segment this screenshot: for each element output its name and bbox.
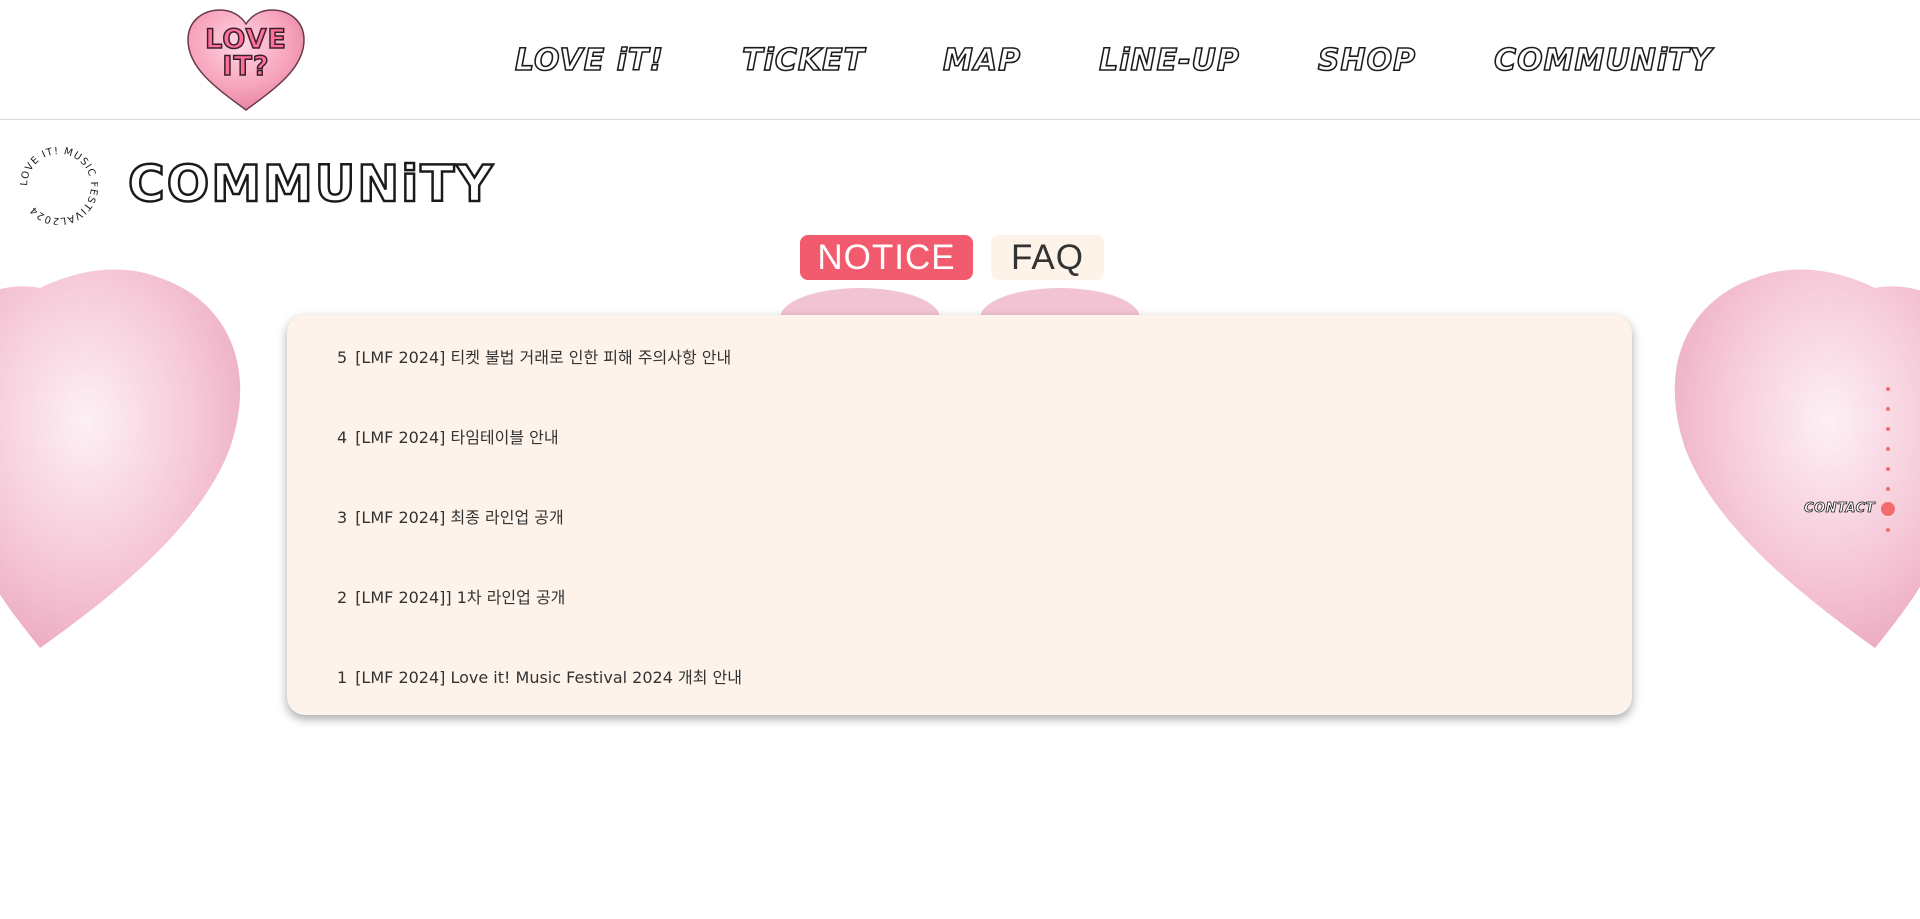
section-dot[interactable]	[1886, 487, 1890, 491]
logo-text: LOVE IT?	[204, 24, 287, 82]
community-tabs: NOTICE FAQ	[800, 235, 1104, 280]
logo[interactable]: LOVE IT?	[186, 8, 306, 112]
nav-item-love-it[interactable]: LOVE iT!	[514, 42, 664, 79]
nav-item-shop[interactable]: SHOP	[1317, 42, 1416, 79]
notice-number: 4	[337, 428, 348, 447]
heart-decoration-left	[0, 269, 241, 648]
notice-number: 2	[337, 588, 348, 607]
section-dot[interactable]	[1886, 528, 1890, 532]
site-header: LOVE IT? LOVE iT! TiCKET MAP LiNE-UP SHO…	[0, 0, 1920, 120]
side-section-nav: CONTACT	[1800, 380, 1920, 540]
notice-number: 1	[337, 668, 348, 687]
notice-title: [LMF 2024] Love it! Music Festival 2024 …	[355, 668, 742, 687]
notice-item[interactable]: 4 [LMF 2024] 타임테이블 안내	[337, 424, 559, 448]
festival-circle-badge: LOVE IT! MUSIC FESTIVAL2024	[20, 147, 98, 225]
page-title: COMMUNiTY	[127, 154, 495, 215]
section-dot[interactable]	[1886, 467, 1890, 471]
notice-item[interactable]: 1 [LMF 2024] Love it! Music Festival 2024…	[337, 664, 742, 688]
notice-panel: 5 [LMF 2024] 티켓 불법 거래로 인한 피해 주의사항 안내 4 [LM…	[287, 315, 1632, 715]
heart-decoration-center	[780, 288, 1140, 318]
section-dot-active[interactable]	[1881, 502, 1895, 516]
notice-title: [LMF 2024] 최종 라인업 공개	[355, 508, 564, 527]
section-dot[interactable]	[1886, 427, 1890, 431]
main-nav: LOVE iT! TiCKET MAP LiNE-UP SHOP COMMUNi…	[514, 38, 1712, 82]
notice-number: 5	[337, 348, 348, 367]
nav-item-line-up[interactable]: LiNE-UP	[1098, 42, 1240, 79]
tab-notice[interactable]: NOTICE	[800, 235, 973, 280]
tab-faq[interactable]: FAQ	[991, 235, 1104, 280]
notice-item[interactable]: 2 [LMF 2024]] 1차 라인업 공개	[337, 584, 565, 608]
page: LOVE IT? LOVE iT! TiCKET MAP LiNE-UP SHO…	[0, 0, 1920, 919]
nav-item-map[interactable]: MAP	[942, 42, 1021, 79]
side-nav-active-label: CONTACT	[1804, 501, 1875, 517]
section-dot[interactable]	[1886, 447, 1890, 451]
notice-title: [LMF 2024] 티켓 불법 거래로 인한 피해 주의사항 안내	[355, 348, 732, 367]
nav-item-community[interactable]: COMMUNiTY	[1493, 42, 1712, 79]
notice-number: 3	[337, 508, 348, 527]
section-dot[interactable]	[1886, 387, 1890, 391]
notice-item[interactable]: 5 [LMF 2024] 티켓 불법 거래로 인한 피해 주의사항 안내	[337, 344, 731, 368]
notice-item[interactable]: 3 [LMF 2024] 최종 라인업 공개	[337, 504, 564, 528]
section-dot[interactable]	[1886, 407, 1890, 411]
notice-title: [LMF 2024]] 1차 라인업 공개	[355, 588, 566, 607]
svg-text:LOVE IT! MUSIC FESTIVAL2024: LOVE IT! MUSIC FESTIVAL2024	[20, 147, 98, 225]
nav-item-ticket[interactable]: TiCKET	[741, 42, 865, 79]
notice-title: [LMF 2024] 타임테이블 안내	[355, 428, 559, 447]
